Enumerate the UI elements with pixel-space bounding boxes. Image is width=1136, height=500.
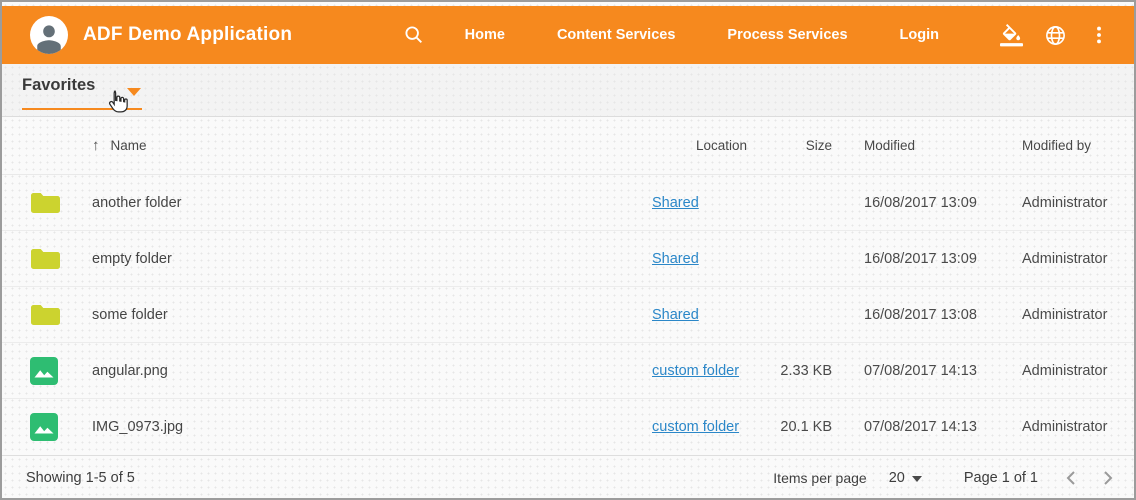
modified-cell: 07/08/2017 14:13 [832, 363, 1014, 379]
nav-login[interactable]: Login [894, 26, 945, 44]
main-nav: Home Content Services Process Services L… [439, 26, 965, 44]
user-avatar[interactable] [30, 16, 68, 54]
column-header-modified-by[interactable]: Modified by [1014, 138, 1134, 153]
table-header-row: ↑ Name Location Size Modified Modified b… [2, 117, 1134, 175]
size-cell: 2.33 KB [747, 363, 832, 379]
theme-color-button[interactable] [1000, 24, 1023, 47]
color-fill-icon [1000, 24, 1023, 47]
column-header-size[interactable]: Size [747, 138, 832, 153]
location-cell: Shared [652, 195, 747, 211]
items-per-page-label: Items per page [773, 470, 866, 486]
language-button[interactable] [1044, 24, 1067, 47]
previous-page-button[interactable] [1065, 470, 1076, 486]
folder-icon [26, 190, 92, 216]
table-row[interactable]: empty folder Shared 16/08/2017 13:09 Adm… [2, 231, 1134, 287]
folder-icon [26, 246, 92, 272]
person-icon [32, 20, 66, 54]
file-name: empty folder [92, 251, 652, 267]
caret-down-icon [912, 476, 922, 482]
location-link[interactable]: custom folder [652, 419, 739, 435]
image-icon [26, 356, 92, 386]
table-row[interactable]: another folder Shared 16/08/2017 13:09 A… [2, 175, 1134, 231]
file-name: angular.png [92, 363, 652, 379]
header-action-icons [979, 24, 1110, 47]
file-name: some folder [92, 307, 652, 323]
folder-icon [26, 302, 92, 328]
file-name: IMG_0973.jpg [92, 419, 652, 435]
modified-by-cell: Administrator [1014, 195, 1134, 211]
column-header-location[interactable]: Location [652, 138, 747, 153]
location-link[interactable]: Shared [652, 307, 699, 323]
chevron-right-icon [1103, 470, 1114, 486]
app-window: ADF Demo Application Home Content Servic… [0, 0, 1136, 500]
active-tab-underline [22, 108, 142, 110]
nav-home[interactable]: Home [459, 26, 511, 44]
modified-by-cell: Administrator [1014, 307, 1134, 323]
search-icon [403, 24, 425, 46]
modified-by-cell: Administrator [1014, 419, 1134, 435]
location-link[interactable]: Shared [652, 195, 699, 211]
sort-ascending-icon: ↑ [92, 137, 100, 154]
items-per-page-select[interactable]: 20 [883, 469, 928, 487]
size-cell: 20.1 KB [747, 419, 832, 435]
app-title: ADF Demo Application [83, 24, 292, 46]
modified-by-cell: Administrator [1014, 251, 1134, 267]
items-per-page-value: 20 [889, 470, 905, 486]
app-header: ADF Demo Application Home Content Servic… [2, 6, 1134, 64]
nav-content-services[interactable]: Content Services [551, 26, 681, 44]
next-page-button[interactable] [1103, 470, 1114, 486]
location-cell: custom folder [652, 363, 747, 379]
location-cell: Shared [652, 307, 747, 323]
search-button[interactable] [403, 24, 425, 46]
modified-by-cell: Administrator [1014, 363, 1134, 379]
column-header-name[interactable]: ↑ Name [92, 137, 652, 154]
table-row[interactable]: some folder Shared 16/08/2017 13:08 Admi… [2, 287, 1134, 343]
caret-down-icon[interactable] [127, 88, 141, 96]
modified-cell: 07/08/2017 14:13 [832, 419, 1014, 435]
table-row[interactable]: IMG_0973.jpg custom folder 20.1 KB 07/08… [2, 399, 1134, 455]
location-link[interactable]: Shared [652, 251, 699, 267]
column-header-modified[interactable]: Modified [832, 138, 1014, 153]
globe-icon [1044, 24, 1067, 47]
more-vert-icon [1088, 24, 1110, 46]
pagination-bar: Showing 1-5 of 5 Items per page 20 Page … [2, 455, 1134, 499]
showing-count: Showing 1-5 of 5 [26, 470, 135, 486]
modified-cell: 16/08/2017 13:09 [832, 195, 1014, 211]
view-selector-toolbar: Favorites [2, 64, 1134, 117]
view-selector-label: Favorites [22, 76, 95, 94]
image-icon [26, 412, 92, 442]
document-list: ↑ Name Location Size Modified Modified b… [2, 117, 1134, 455]
table-row[interactable]: angular.png custom folder 2.33 KB 07/08/… [2, 343, 1134, 399]
view-selector[interactable]: Favorites [22, 76, 95, 95]
location-cell: custom folder [652, 419, 747, 435]
modified-cell: 16/08/2017 13:09 [832, 251, 1014, 267]
modified-cell: 16/08/2017 13:08 [832, 307, 1014, 323]
location-link[interactable]: custom folder [652, 363, 739, 379]
location-cell: Shared [652, 251, 747, 267]
page-indicator: Page 1 of 1 [964, 470, 1038, 486]
chevron-left-icon [1065, 470, 1076, 486]
file-name: another folder [92, 195, 652, 211]
nav-process-services[interactable]: Process Services [721, 26, 853, 44]
more-menu-button[interactable] [1088, 24, 1110, 46]
